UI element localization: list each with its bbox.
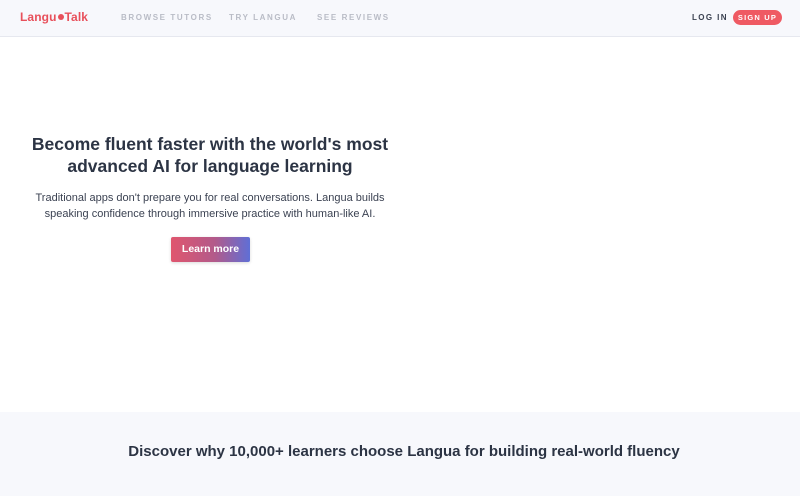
logo-text-left: Langu xyxy=(20,10,57,24)
nav-link-browse-tutors[interactable]: BROWSE TUTORS xyxy=(121,13,213,22)
hero-subtitle: Traditional apps don't prepare you for r… xyxy=(35,192,385,220)
logo-text-right: Talk xyxy=(64,10,89,24)
top-navbar: Langu Talk BROWSE TUTORS TRY LANGUA SEE R… xyxy=(0,0,800,37)
login-link[interactable]: LOG IN xyxy=(692,13,728,22)
hero-title: Become fluent faster with the world's mo… xyxy=(31,134,389,176)
nav-link-see-reviews[interactable]: SEE REVIEWS xyxy=(317,13,390,22)
learn-more-button[interactable]: Learn more xyxy=(171,237,250,262)
discover-section: Discover why 10,000+ learners choose Lan… xyxy=(0,412,800,496)
hero-section: Become fluent faster with the world's mo… xyxy=(0,37,800,412)
nav-link-try-langua[interactable]: TRY LANGUA xyxy=(229,13,297,22)
discover-title: Discover why 10,000+ learners choose Lan… xyxy=(128,443,680,460)
languatalk-logo[interactable]: Langu Talk xyxy=(20,10,88,24)
signup-button[interactable]: SIGN UP xyxy=(733,10,782,25)
logo-dot-icon xyxy=(57,14,64,21)
